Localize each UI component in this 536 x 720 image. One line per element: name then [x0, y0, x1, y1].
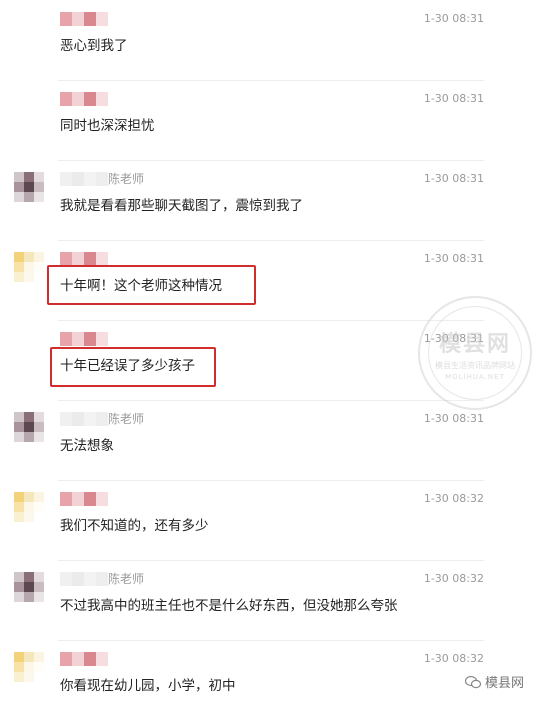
avatar[interactable]: [14, 252, 44, 282]
avatar[interactable]: [14, 492, 44, 522]
username-pixelated[interactable]: [60, 492, 110, 506]
username-pixelated[interactable]: [60, 172, 110, 186]
comment-divider: [58, 160, 484, 161]
footer-brand[interactable]: 模县网: [464, 672, 524, 691]
comment-text: 你看现在幼儿园，小学，初中: [60, 678, 236, 694]
avatar[interactable]: [14, 652, 44, 682]
comment-item: 陈老师 1-30 08:31 我就是看看那些聊天截图了，震惊到我了: [0, 160, 536, 240]
comment-item: 1-30 08:32 你看现在幼儿园，小学，初中: [0, 640, 536, 720]
comment-timestamp: 1-30 08:32: [423, 572, 484, 585]
username-pixelated[interactable]: [60, 652, 110, 666]
username-pixelated[interactable]: [60, 12, 110, 26]
comment-divider: [58, 80, 484, 81]
comment-text: 恶心到我了: [60, 38, 128, 54]
comment-text: 无法想象: [60, 438, 114, 454]
highlight-box: [47, 265, 256, 305]
avatar[interactable]: [14, 412, 44, 442]
comment-text: 不过我高中的班主任也不是什么好东西，但没她那么夸张: [60, 598, 398, 614]
avatar[interactable]: [14, 172, 44, 202]
comment-divider: [58, 480, 484, 481]
comment-timestamp: 1-30 08:32: [423, 492, 484, 505]
comment-divider: [58, 320, 484, 321]
username-label: 陈老师: [108, 572, 145, 586]
comment-divider: [58, 560, 484, 561]
username-pixelated[interactable]: [60, 92, 110, 106]
comment-item: 1-30 08:31 同时也深深担忧: [0, 80, 536, 160]
username-pixelated[interactable]: [60, 572, 110, 586]
comment-text: 同时也深深担忧: [60, 118, 155, 134]
comment-timestamp: 1-30 08:31: [423, 12, 484, 25]
comment-timestamp: 1-30 08:31: [423, 172, 484, 185]
comment-text: 我们不知道的，还有多少: [60, 518, 209, 534]
avatar[interactable]: [14, 572, 44, 602]
comment-divider: [58, 640, 484, 641]
comment-item: 陈老师 1-30 08:31 无法想象: [0, 400, 536, 480]
comment-timestamp: 1-30 08:31: [423, 412, 484, 425]
comment-divider: [58, 400, 484, 401]
comment-item: 1-30 08:31 恶心到我了: [0, 0, 536, 80]
highlight-box: [50, 347, 216, 387]
comment-timestamp: 1-30 08:31: [423, 252, 484, 265]
watermark-en: MOLIHUA.NET: [445, 372, 505, 381]
comment-timestamp: 1-30 08:32: [423, 652, 484, 665]
wechat-icon: [464, 675, 481, 688]
username-label: 陈老师: [108, 412, 145, 426]
watermark-title: 模县网: [438, 331, 511, 357]
username-pixelated[interactable]: [60, 412, 110, 426]
watermark-subtitle: 模县生活资讯品牌网站: [435, 360, 515, 370]
username-label: 陈老师: [108, 172, 145, 186]
footer-brand-label: 模县网: [484, 676, 524, 691]
comment-item: 1-30 08:32 我们不知道的，还有多少: [0, 480, 536, 560]
comment-text: 我就是看看那些聊天截图了，震惊到我了: [60, 198, 303, 214]
comment-timestamp: 1-30 08:31: [423, 92, 484, 105]
username-pixelated[interactable]: [60, 252, 110, 266]
username-pixelated[interactable]: [60, 332, 110, 346]
watermark-logo: 模县网 模县生活资讯品牌网站 MOLIHUA.NET: [418, 296, 532, 410]
comment-divider: [58, 240, 484, 241]
comment-item: 陈老师 1-30 08:32 不过我高中的班主任也不是什么好东西，但没她那么夸张: [0, 560, 536, 640]
